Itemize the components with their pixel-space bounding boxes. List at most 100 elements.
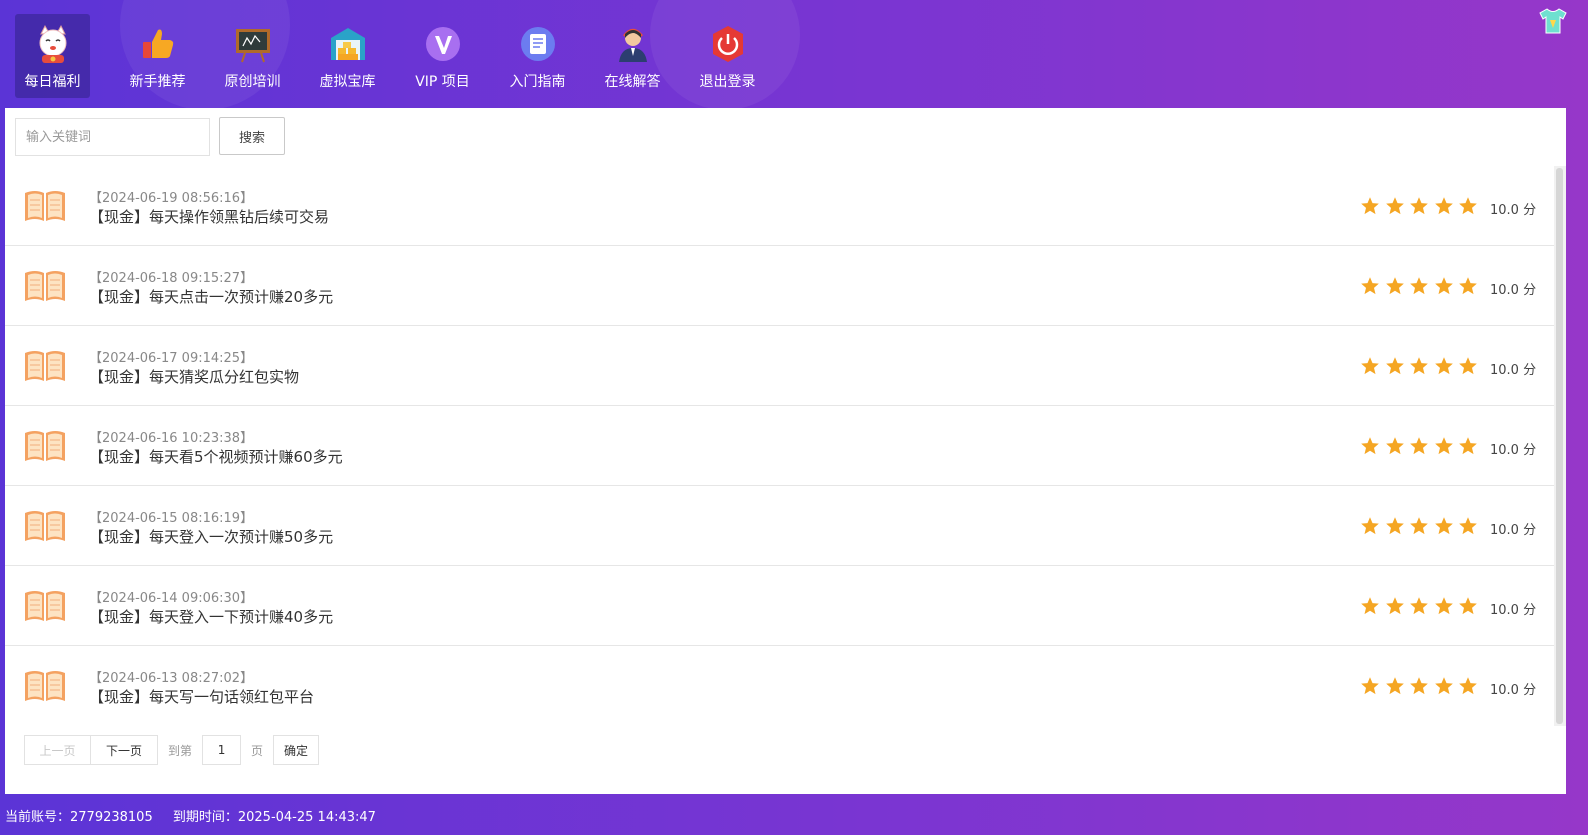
star-icon bbox=[1459, 517, 1478, 535]
star-icon bbox=[1361, 437, 1379, 455]
nav-label: 原创培训 bbox=[224, 74, 281, 90]
star-icon bbox=[1361, 597, 1379, 615]
nav-label: 退出登录 bbox=[699, 74, 756, 90]
list-item[interactable]: 【2024-06-13 08:27:02】 【现金】每天写一句话领红包平台 10… bbox=[5, 646, 1554, 726]
nav-item-original-training[interactable]: 原创培训 bbox=[205, 14, 300, 98]
page-number-input[interactable] bbox=[202, 735, 242, 765]
star-icon bbox=[1434, 357, 1453, 375]
list-item[interactable]: 【2024-06-16 10:23:38】 【现金】每天看5个视频预计赚60多元… bbox=[5, 406, 1554, 486]
tshirt-skin-icon[interactable] bbox=[1538, 8, 1568, 34]
power-icon bbox=[708, 24, 748, 64]
star-icon bbox=[1385, 277, 1404, 295]
item-title[interactable]: 【现金】每天点击一次预计赚20多元 bbox=[89, 286, 333, 307]
expire-info: 到期时间：2025-04-25 14:43:47 bbox=[172, 810, 376, 825]
star-icon bbox=[1434, 277, 1453, 295]
book-icon bbox=[24, 348, 66, 382]
page-suffix-label: 页 bbox=[251, 743, 264, 758]
star-icon bbox=[1410, 517, 1429, 535]
item-date: 【2024-06-18 09:15:27】 bbox=[89, 271, 254, 286]
prev-page-button[interactable]: 上一页 bbox=[24, 735, 91, 765]
next-page-button[interactable]: 下一页 bbox=[91, 735, 158, 765]
star-icon bbox=[1385, 437, 1404, 455]
list-item[interactable]: 【2024-06-14 09:06:30】 【现金】每天登入一下预计赚40多元 … bbox=[5, 566, 1554, 646]
star-icon bbox=[1410, 437, 1429, 455]
nav-item-logout[interactable]: 退出登录 bbox=[680, 14, 775, 98]
item-title[interactable]: 【现金】每天猜奖瓜分红包实物 bbox=[89, 366, 299, 387]
star-icon bbox=[1434, 677, 1453, 695]
star-rating bbox=[1360, 516, 1483, 536]
star-icon bbox=[1434, 197, 1453, 215]
top-navigation-bar: 每日福利 新手推荐 原创培训 虚拟宝库 VIP 项目 入门指南 在线解答 退出登… bbox=[0, 0, 1588, 110]
item-score: 10.0 分 bbox=[1490, 523, 1537, 538]
article-list: 【2024-06-19 08:56:16】 【现金】每天操作领黑钻后续可交易 1… bbox=[5, 166, 1554, 726]
item-score: 10.0 分 bbox=[1490, 283, 1537, 298]
nav-item-vip-project[interactable]: VIP 项目 bbox=[395, 14, 490, 98]
blackboard-icon bbox=[233, 24, 273, 64]
star-icon bbox=[1434, 597, 1453, 615]
star-icon bbox=[1434, 517, 1453, 535]
item-title[interactable]: 【现金】每天看5个视频预计赚60多元 bbox=[89, 446, 343, 467]
nav-item-virtual-treasury[interactable]: 虚拟宝库 bbox=[300, 14, 395, 98]
item-date: 【2024-06-14 09:06:30】 bbox=[89, 591, 254, 606]
item-date: 【2024-06-15 08:16:19】 bbox=[89, 511, 254, 526]
list-item[interactable]: 【2024-06-19 08:56:16】 【现金】每天操作领黑钻后续可交易 1… bbox=[5, 166, 1554, 246]
nav-label: 在线解答 bbox=[604, 74, 661, 90]
warehouse-icon bbox=[328, 24, 368, 64]
star-icon bbox=[1434, 437, 1453, 455]
book-icon bbox=[24, 508, 66, 542]
item-date: 【2024-06-19 08:56:16】 bbox=[89, 191, 254, 206]
scrollbar-thumb[interactable] bbox=[1556, 168, 1563, 724]
star-rating bbox=[1360, 436, 1483, 456]
item-score: 10.0 分 bbox=[1490, 683, 1537, 698]
item-title[interactable]: 【现金】每天登入一次预计赚50多元 bbox=[89, 526, 333, 547]
book-icon bbox=[24, 428, 66, 462]
nav-item-online-answers[interactable]: 在线解答 bbox=[585, 14, 680, 98]
star-icon bbox=[1361, 197, 1379, 215]
nav-item-daily-welfare[interactable]: 每日福利 bbox=[15, 14, 90, 98]
star-icon bbox=[1410, 277, 1429, 295]
confirm-page-button[interactable]: 确定 bbox=[273, 735, 320, 765]
star-icon bbox=[1459, 437, 1478, 455]
list-item[interactable]: 【2024-06-17 09:14:25】 【现金】每天猜奖瓜分红包实物 10.… bbox=[5, 326, 1554, 406]
book-icon bbox=[24, 268, 66, 302]
star-icon bbox=[1459, 357, 1478, 375]
star-icon bbox=[1361, 677, 1379, 695]
search-input[interactable] bbox=[15, 118, 210, 156]
book-icon bbox=[24, 188, 66, 222]
star-icon bbox=[1361, 357, 1379, 375]
star-icon bbox=[1410, 197, 1429, 215]
star-icon bbox=[1385, 597, 1404, 615]
star-icon bbox=[1459, 677, 1478, 695]
item-score: 10.0 分 bbox=[1490, 363, 1537, 378]
star-icon bbox=[1385, 197, 1404, 215]
item-title[interactable]: 【现金】每天登入一下预计赚40多元 bbox=[89, 606, 333, 627]
star-icon bbox=[1459, 277, 1478, 295]
list-item[interactable]: 【2024-06-15 08:16:19】 【现金】每天登入一次预计赚50多元 … bbox=[5, 486, 1554, 566]
status-footer: 当前账号：2779238105 到期时间：2025-04-25 14:43:47 bbox=[5, 806, 392, 825]
item-date: 【2024-06-16 10:23:38】 bbox=[89, 431, 254, 446]
item-title[interactable]: 【现金】每天写一句话领红包平台 bbox=[89, 686, 314, 707]
pagination: 上一页 下一页 到第 页 确定 bbox=[24, 735, 320, 765]
star-rating bbox=[1360, 676, 1483, 696]
content-panel: 搜索 【2024-06-19 08:56:16】 【现金】每天操作领黑钻后续可交… bbox=[5, 108, 1566, 794]
item-title[interactable]: 【现金】每天操作领黑钻后续可交易 bbox=[89, 206, 329, 227]
account-info: 当前账号：2779238105 bbox=[5, 810, 153, 825]
goto-label: 到第 bbox=[168, 743, 193, 758]
thumbs-up-icon bbox=[138, 24, 178, 64]
nav-label: 虚拟宝库 bbox=[319, 74, 376, 90]
star-icon bbox=[1361, 517, 1379, 535]
document-icon bbox=[518, 24, 558, 64]
lucky-cat-icon bbox=[33, 24, 73, 64]
item-score: 10.0 分 bbox=[1490, 203, 1537, 218]
nav-item-beginner-recommend[interactable]: 新手推荐 bbox=[110, 14, 205, 98]
star-rating bbox=[1360, 356, 1483, 376]
star-icon bbox=[1410, 357, 1429, 375]
star-rating bbox=[1360, 276, 1483, 296]
support-agent-icon bbox=[613, 24, 653, 64]
nav-item-getting-started[interactable]: 入门指南 bbox=[490, 14, 585, 98]
item-score: 10.0 分 bbox=[1490, 443, 1537, 458]
list-item[interactable]: 【2024-06-18 09:15:27】 【现金】每天点击一次预计赚20多元 … bbox=[5, 246, 1554, 326]
search-button[interactable]: 搜索 bbox=[219, 117, 285, 155]
nav-label: 新手推荐 bbox=[129, 74, 186, 90]
star-icon bbox=[1459, 197, 1478, 215]
